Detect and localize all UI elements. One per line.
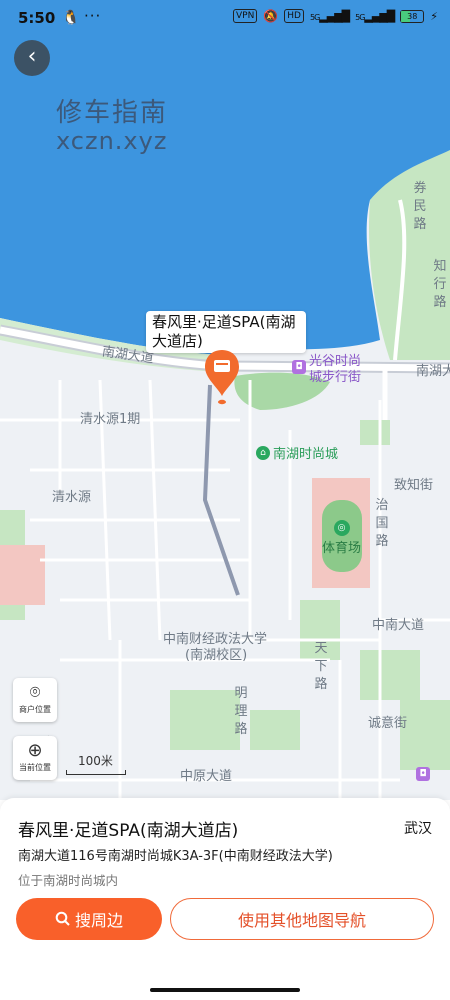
poi-guanggu-walking-street[interactable]: ◘ 光谷时尚 城步行街 — [292, 354, 361, 386]
place-name: 春风里·足道SPA(南湖大道店) — [18, 821, 239, 841]
poi-stadium[interactable]: ◎ 体育场 — [322, 520, 361, 556]
area-label-qingshuiyuan-1: 清水源1期 — [80, 412, 141, 427]
place-address: 南湖大道116号南湖时尚城K3A-3F(中南财经政法大学) — [18, 849, 333, 864]
map-scale-label: 100米 — [78, 754, 113, 768]
poi-shopping-edge[interactable]: ◘ — [416, 767, 430, 781]
poi-guanggu-line2: 城步行街 — [309, 370, 362, 385]
merchant-location-label: 商户位置 — [19, 705, 51, 714]
battery-icon: 38 — [400, 9, 425, 23]
battery-level: 38 — [407, 11, 418, 21]
watermark-domain: xczn.xyz — [56, 127, 168, 155]
search-nearby-button[interactable]: 搜周边 — [16, 898, 162, 940]
mall-icon: ⌂ — [256, 445, 270, 460]
merchant-location-button[interactable]: ⌾ 商户位置 — [13, 678, 57, 722]
road-label-mingli: 明理路 — [234, 686, 248, 737]
poi-nanhu-fashion-city[interactable]: ⌂ 南湖时尚城 — [256, 443, 338, 462]
location-pin-icon[interactable] — [204, 348, 240, 408]
place-location-note: 位于南湖时尚城内 — [18, 873, 119, 888]
place-detail-sheet: 春风里·足道SPA(南湖大道店) 武汉 南湖大道116号南湖时尚城K3A-3F(… — [0, 798, 450, 1000]
area-label-campus: (南湖校区) — [185, 648, 248, 663]
vpn-badge: VPN — [233, 9, 258, 23]
crosshair-icon: ⊕ — [27, 740, 43, 761]
navigate-other-map-label: 使用其他地图导航 — [237, 911, 366, 930]
charging-icon: ⚡ — [430, 9, 438, 23]
road-label-zhizhi-street: 致知街 — [394, 478, 434, 493]
current-location-button[interactable]: ⊕ 当前位置 — [13, 736, 57, 780]
watermark-title: 修车指南 — [56, 98, 169, 128]
road-label-zhiguo: 治国路 — [375, 498, 389, 549]
navigate-other-map-button[interactable]: 使用其他地图导航 — [170, 898, 434, 940]
hd-badge: HD — [284, 9, 304, 23]
shopping-bag-icon: ◘ — [416, 767, 430, 781]
selected-place-callout[interactable]: 春风里·足道SPA(南湖大道店) — [146, 311, 306, 353]
back-button[interactable]: ‹ — [14, 40, 50, 76]
home-indicator — [150, 988, 300, 992]
poi-stadium-label: 体育场 — [322, 541, 362, 556]
current-location-label: 当前位置 — [19, 763, 51, 772]
road-label-jiamin: 券民路 — [413, 181, 427, 232]
signal-icon: 5G▂▄▆█ — [309, 9, 350, 23]
area-label-qingshuiyuan: 清水源 — [52, 490, 92, 505]
place-city: 武汉 — [404, 821, 432, 837]
road-label-chengyi-street: 诚意街 — [368, 716, 408, 731]
map-scale-bar — [66, 770, 126, 775]
map-scale: 100米 — [66, 752, 126, 775]
status-time: 5:50 — [18, 9, 56, 27]
road-label-tianxia: 天下路 — [314, 641, 328, 692]
stadium-icon: ◎ — [333, 520, 350, 536]
signal-5g-label: 5G — [309, 12, 320, 22]
signal-5g-label-2: 5G — [355, 12, 365, 22]
search-icon — [55, 911, 70, 926]
status-bar: 5:50 🐧 ··· VPN 🔕 HD 5G▂▄▆█ 5G▂▄▆█ 38 ⚡ — [0, 0, 450, 36]
poi-nanhu-fashion-city-label: 南湖时尚城 — [273, 447, 339, 462]
shopping-bag-icon: ◘ — [292, 360, 306, 374]
chevron-left-icon: ‹ — [27, 44, 37, 69]
watermark: 修车指南 xczn.xyz — [56, 92, 168, 155]
map-pin-outline-icon: ⌾ — [29, 682, 41, 703]
road-label-zhongyuan-avenue: 中原大道 — [180, 769, 233, 784]
signal-icon-2: 5G▂▄▆█ — [355, 9, 395, 23]
poi-guanggu-line1: 光谷时尚 — [309, 354, 362, 369]
mute-icon: 🔕 — [263, 9, 279, 23]
search-nearby-label: 搜周边 — [74, 911, 123, 930]
road-label-zhongnan-avenue: 中南大道 — [372, 618, 425, 633]
status-more: ··· — [84, 7, 102, 25]
road-label-zhixing: 知行路 — [433, 259, 447, 310]
road-label-nanhu-right: 南湖大 — [416, 364, 450, 379]
qq-penguin-icon: 🐧 — [62, 10, 80, 26]
